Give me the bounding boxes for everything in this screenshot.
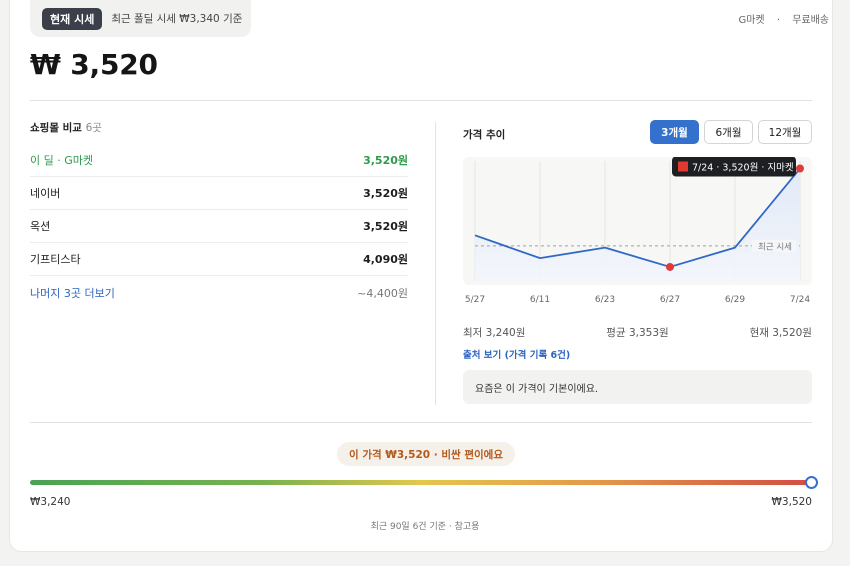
x-tick-label: 6/11: [530, 295, 550, 305]
seller-info: G마켓 · 무료배송: [738, 15, 829, 26]
range-max-label: ₩3,520: [771, 496, 812, 508]
x-tick-label: 6/29: [725, 295, 745, 305]
min-price: 최저 3,240원: [463, 327, 526, 339]
tooltip-color-swatch: [678, 161, 688, 172]
price-trend-title: 가격 추이: [463, 129, 506, 141]
avg-price: 평균 3,353원: [606, 327, 669, 339]
current-price: ₩ 3,520: [30, 48, 158, 81]
tab-6-months[interactable]: 6개월: [704, 120, 753, 144]
reference-price-note: 최근 폴딜 시세 ₩3,340 기준: [111, 13, 243, 25]
price-verdict-badge: 이 가격 ₩3,520 · 비싼 편이에요: [337, 442, 516, 466]
shop-row[interactable]: 기프티스타 4,090원: [30, 243, 408, 276]
seller-name: G마켓: [738, 15, 765, 26]
price-trend-chart: 최근 시세 5/27 6/11 6/23 6/27 6/29 7/24 7/24 · 3,52…: [463, 157, 812, 305]
x-tick-label: 6/23: [595, 295, 615, 305]
price-range-bar: [30, 480, 812, 485]
range-min-label: ₩3,240: [30, 496, 71, 508]
x-tick-label: 6/27: [660, 295, 680, 305]
price-stats: 최저 3,240원 평균 3,353원 현재 3,520원: [463, 325, 812, 340]
shop-row[interactable]: 옥션 3,520원: [30, 210, 408, 243]
shop-row[interactable]: 네이버 3,520원: [30, 177, 408, 210]
tooltip-text: 7/24 · 3,520원 · 지마켓: [692, 163, 794, 174]
shop-row-this-deal[interactable]: 이 딜 · G마켓 3,520원: [30, 144, 408, 177]
column-divider: [435, 122, 436, 405]
reference-line-label: 최근 시세: [758, 241, 792, 252]
tab-12-months[interactable]: 12개월: [758, 120, 812, 144]
price-range-marker: [805, 476, 818, 489]
x-tick-label: 5/27: [465, 295, 485, 305]
data-point: [796, 164, 804, 173]
current-price-badge: 현재 시세: [42, 7, 103, 30]
divider: [30, 100, 812, 101]
data-point: [666, 262, 674, 271]
source-link[interactable]: 출처 보기 (가격 기록 6건): [463, 347, 570, 361]
tab-3-months[interactable]: 3개월: [650, 120, 699, 144]
cur-price: 현재 3,520원: [749, 327, 812, 339]
divider: [30, 422, 812, 423]
shipping-label: 무료배송: [792, 15, 829, 26]
period-tabs: 3개월 6개월 12개월: [650, 120, 812, 144]
price-insight-message: 요즘은 이 가격이 기본이에요.: [463, 370, 812, 404]
shop-comparison-title: 쇼핑몰 비교 6곳: [30, 122, 102, 134]
footnote: 최근 90일 6건 기준 · 참고용: [370, 522, 480, 532]
current-price-banner: 현재 시세 최근 폴딜 시세 ₩3,340 기준: [30, 0, 251, 37]
show-more-shops-link[interactable]: 나머지 3곳 더보기 ~4,400원: [30, 276, 408, 309]
x-tick-label: 7/24: [790, 295, 810, 305]
shop-comparison: 쇼핑몰 비교 6곳 이 딜 · G마켓 3,520원 네이버 3,520원 옥션…: [30, 120, 408, 309]
